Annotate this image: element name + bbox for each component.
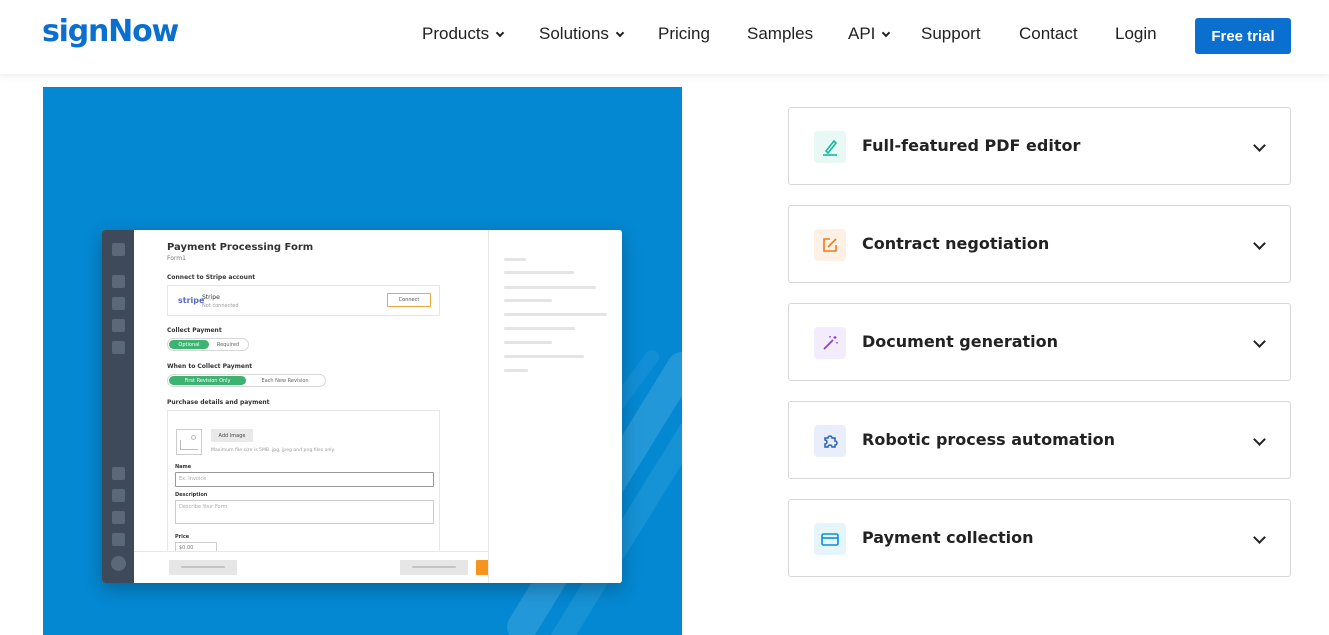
accordion-title: Contract negotiation: [862, 234, 1050, 253]
mock-sidebar-icon: [112, 489, 125, 502]
accordion-title: Payment collection: [862, 528, 1034, 547]
mock-connect-label: Connect to Stripe account: [167, 274, 256, 281]
mock-when-toggle: First Revision Only Each New Revision: [167, 374, 326, 387]
mock-when-label: When to Collect Payment: [167, 363, 253, 370]
nav-api[interactable]: API: [848, 24, 891, 44]
mock-sidebar-icon: [112, 511, 125, 524]
payment-form-mockup: Payment Processing Form Form1 Connect to…: [102, 230, 622, 583]
chevron-down-icon: [1253, 139, 1266, 152]
mock-collect-toggle: Optional Required: [167, 338, 249, 351]
mock-collect-label: Collect Payment: [167, 327, 222, 334]
mock-avatar: [111, 556, 126, 571]
nav-contact[interactable]: Contact: [1019, 24, 1078, 44]
mock-sidebar-icon: [112, 297, 125, 310]
mock-form-subtitle: Form1: [167, 255, 186, 262]
mock-footer-button: [400, 560, 468, 575]
chevron-down-icon: [1253, 433, 1266, 446]
magic-wand-icon: [814, 327, 846, 359]
stripe-logo: stripe: [178, 296, 205, 305]
mock-footer: [134, 551, 544, 583]
puzzle-icon: [814, 425, 846, 457]
mock-description-label: Description: [175, 492, 208, 498]
mock-sidebar-icon: [112, 275, 125, 288]
mock-purchase-box: Add Image Maximum file size is 5MB. jpg,…: [167, 410, 440, 560]
accordion-document-generation[interactable]: Document generation: [788, 303, 1291, 381]
mock-sidebar-icon: [112, 319, 125, 332]
accordion-payment-collection[interactable]: Payment collection: [788, 499, 1291, 577]
mock-toggle-option: Required: [216, 341, 240, 348]
nav-login[interactable]: Login: [1115, 24, 1157, 44]
mock-sidebar-icon: [112, 243, 125, 256]
mock-right-panel: [488, 230, 622, 583]
nav-support[interactable]: Support: [921, 24, 981, 44]
chevron-down-icon: [1253, 531, 1266, 544]
mock-toggle-option: Each New Revision: [261, 377, 309, 384]
credit-card-icon: [814, 523, 846, 555]
accordion-pdf-editor[interactable]: Full-featured PDF editor: [788, 107, 1291, 185]
mock-sidebar: [102, 230, 134, 583]
mock-name-field: Ex. Invoice: [175, 472, 434, 487]
mock-image-hint: Maximum file size is 5MB. jpg, jpeg and …: [211, 448, 336, 453]
nav-samples[interactable]: Samples: [747, 24, 813, 44]
mock-connect-button: Connect: [387, 293, 431, 307]
chevron-down-icon: [615, 28, 625, 37]
accordion-title: Document generation: [862, 332, 1059, 351]
nav-products[interactable]: Products: [422, 24, 505, 44]
mock-toggle-option: Optional: [169, 340, 209, 349]
chevron-down-icon: [882, 28, 891, 37]
accordion-robotic-process-automation[interactable]: Robotic process automation: [788, 401, 1291, 479]
pen-icon: [814, 131, 846, 163]
mock-stripe-status: Not connected: [202, 303, 239, 309]
hero-illustration: Payment Processing Form Form1 Connect to…: [43, 87, 682, 635]
mock-add-image-button: Add Image: [211, 429, 253, 442]
mock-stripe-box: stripe Stripe Not connected Connect: [167, 285, 440, 316]
mock-sidebar-icon: [112, 467, 125, 480]
mock-stripe-name: Stripe: [202, 294, 220, 301]
mock-purchase-label: Purchase details and payment: [167, 399, 270, 406]
image-placeholder-icon: [176, 429, 202, 455]
accordion-contract-negotiation[interactable]: Contract negotiation: [788, 205, 1291, 283]
edit-square-icon: [814, 229, 846, 261]
mock-sidebar-icon: [112, 533, 125, 546]
mock-price-label: Price: [175, 534, 190, 540]
site-header: signNow Products Solutions Pricing Sampl…: [0, 0, 1329, 74]
chevron-down-icon: [495, 28, 505, 37]
mock-form-title: Payment Processing Form: [167, 242, 314, 253]
accordion-title: Robotic process automation: [862, 430, 1116, 449]
nav-solutions[interactable]: Solutions: [539, 24, 625, 44]
chevron-down-icon: [1253, 335, 1266, 348]
mock-toggle-option: First Revision Only: [169, 376, 246, 385]
mock-sidebar-icon: [112, 341, 125, 354]
nav-pricing[interactable]: Pricing: [658, 24, 710, 44]
mock-description-field: Describe Your Form: [175, 500, 434, 524]
chevron-down-icon: [1253, 237, 1266, 250]
accordion-title: Full-featured PDF editor: [862, 136, 1081, 155]
mock-name-label: Name: [175, 464, 192, 470]
free-trial-button[interactable]: Free trial: [1195, 18, 1291, 54]
mock-footer-button: [169, 560, 237, 575]
signnow-logo[interactable]: signNow: [42, 14, 179, 49]
